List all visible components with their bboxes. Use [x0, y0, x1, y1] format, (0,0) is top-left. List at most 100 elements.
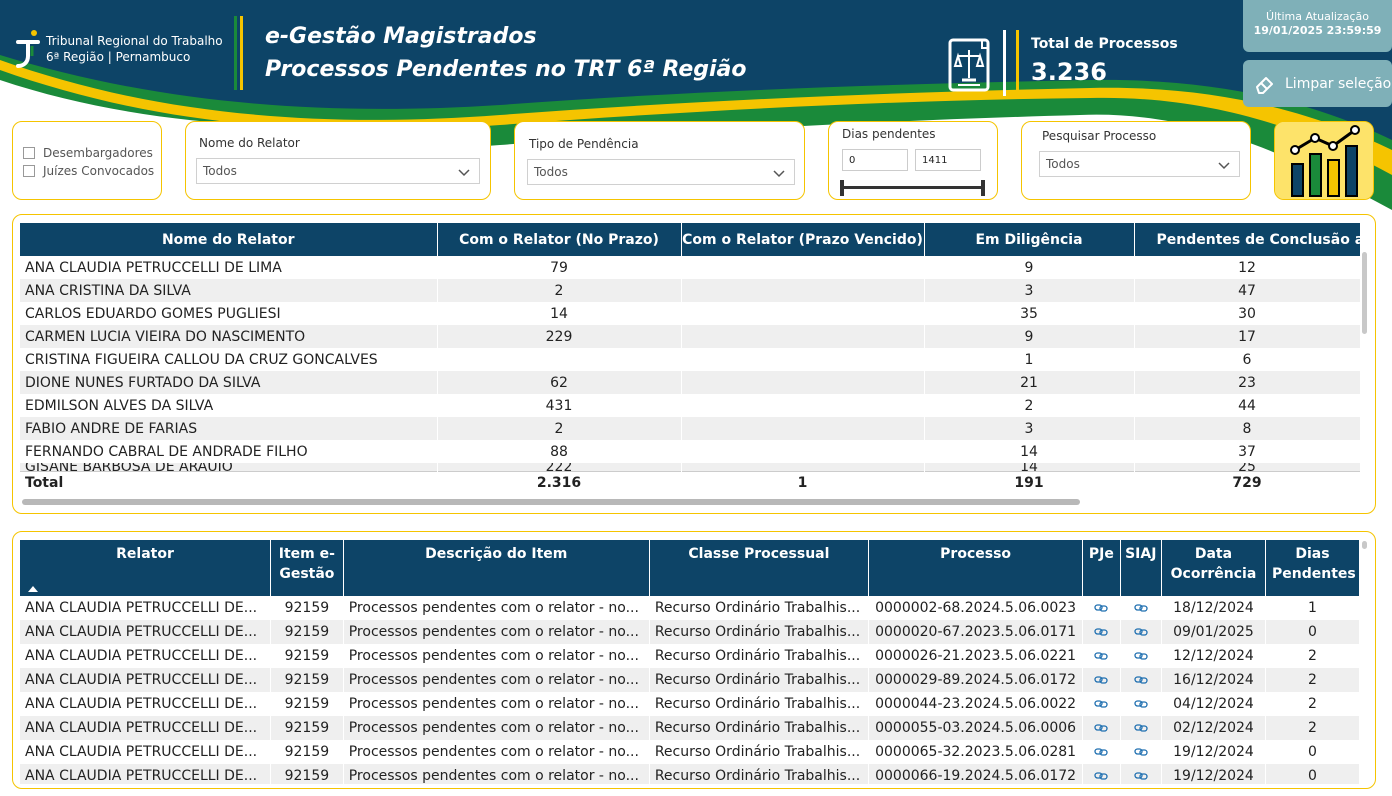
col-header-processo[interactable]: Processo: [868, 540, 1084, 596]
page-title: e-Gestão Magistrados Processos Pendentes…: [265, 20, 747, 86]
detail-table: Relator Item e-Gestão Descrição do Item …: [20, 540, 1360, 784]
clear-selection-button[interactable]: Limpar seleção: [1243, 60, 1392, 107]
pje-link-icon[interactable]: [1094, 651, 1109, 661]
pje-link-icon[interactable]: [1094, 723, 1109, 733]
relator-dropdown[interactable]: Todos: [196, 158, 480, 184]
pje-link-icon[interactable]: [1094, 771, 1109, 781]
siaj-link-cell[interactable]: [1120, 740, 1162, 764]
summary-row[interactable]: FERNANDO CABRAL DE ANDRADE FILHO 88 14 37: [20, 440, 1361, 463]
col-header-dias[interactable]: Dias Pendentes: [1265, 540, 1360, 596]
col-header-diligencia[interactable]: Em Diligência: [924, 223, 1135, 256]
summary-horizontal-scrollbar[interactable]: [22, 499, 1080, 505]
relator-filter: Nome do Relator Todos: [185, 121, 491, 200]
descricao-cell: Processos pendentes com o relator - no..…: [343, 764, 650, 784]
descricao-cell: Processos pendentes com o relator - no..…: [343, 740, 650, 764]
summary-row[interactable]: FABIO ANDRE DE FARIAS 2 3 8: [20, 417, 1361, 440]
checkbox-box[interactable]: [23, 147, 35, 159]
dias-min-input[interactable]: 0: [842, 149, 908, 171]
siaj-link-cell[interactable]: [1120, 764, 1162, 784]
siaj-link-icon[interactable]: [1134, 723, 1148, 733]
no-prazo-cell: 2: [437, 279, 682, 302]
pje-link-cell[interactable]: [1082, 620, 1121, 644]
siaj-link-cell[interactable]: [1120, 620, 1162, 644]
pje-link-cell[interactable]: [1082, 644, 1121, 668]
diligencia-cell: 14: [924, 463, 1135, 472]
detail-vertical-scrollbar[interactable]: [1362, 541, 1367, 549]
col-header-data[interactable]: Data Ocorrência: [1161, 540, 1267, 596]
col-header-pje[interactable]: PJe: [1082, 540, 1121, 596]
total-processos-value: 3.236: [1031, 58, 1107, 86]
pendentes-conclusao-cell: 23: [1134, 371, 1361, 394]
col-header-classe[interactable]: Classe Processual: [649, 540, 870, 596]
pje-link-icon[interactable]: [1094, 603, 1109, 613]
last-update-label: Última Atualização: [1266, 10, 1369, 23]
detail-row[interactable]: ANA CLAUDIA PETRUCCELLI DE... 92159 Proces…: [20, 596, 1360, 620]
slider-min-handle[interactable]: [840, 180, 844, 196]
dias-max-input[interactable]: 1411: [915, 149, 981, 171]
dias-range-slider[interactable]: [842, 186, 984, 189]
relator-name-cell: CRISTINA FIGUEIRA CALLOU DA CRUZ GONCALV…: [20, 348, 438, 371]
pje-link-cell[interactable]: [1082, 716, 1121, 740]
header-divider: [234, 16, 244, 90]
detail-row[interactable]: ANA CLAUDIA PETRUCCELLI DE... 92159 Proces…: [20, 740, 1360, 764]
summary-row[interactable]: DIONE NUNES FURTADO DA SILVA 62 21 23: [20, 371, 1361, 394]
col-header-prazo-vencido[interactable]: Com o Relator (Prazo Vencido): [681, 223, 925, 256]
chevron-down-icon: [773, 170, 785, 178]
siaj-link-cell[interactable]: [1120, 716, 1162, 740]
detail-row[interactable]: ANA CLAUDIA PETRUCCELLI DE... 92159 Proces…: [20, 668, 1360, 692]
col-header-relator[interactable]: Nome do Relator: [20, 223, 438, 256]
detail-row[interactable]: ANA CLAUDIA PETRUCCELLI DE... 92159 Proces…: [20, 764, 1360, 784]
siaj-link-cell[interactable]: [1120, 668, 1162, 692]
org-region: 6ª Região | Pernambuco: [46, 50, 191, 64]
detail-row[interactable]: ANA CLAUDIA PETRUCCELLI DE... 92159 Proces…: [20, 620, 1360, 644]
siaj-link-icon[interactable]: [1134, 699, 1148, 709]
processo-dropdown[interactable]: Todos: [1039, 151, 1240, 177]
checkbox-box[interactable]: [23, 165, 35, 177]
pendencia-dropdown[interactable]: Todos: [527, 159, 795, 185]
pje-link-cell[interactable]: [1082, 764, 1121, 784]
summary-row[interactable]: ANA CRISTINA DA SILVA 2 3 47: [20, 279, 1361, 302]
checkbox-desembargadores[interactable]: Desembargadores: [23, 144, 154, 162]
col-header-siaj[interactable]: SIAJ: [1120, 540, 1162, 596]
siaj-link-cell[interactable]: [1120, 692, 1162, 716]
prazo-vencido-cell: [681, 279, 925, 302]
detail-row[interactable]: ANA CLAUDIA PETRUCCELLI DE... 92159 Proces…: [20, 692, 1360, 716]
siaj-link-icon[interactable]: [1134, 627, 1148, 637]
col-header-pendentes-conclusao[interactable]: Pendentes de Conclusão ao: [1134, 223, 1361, 256]
data-cell: 02/12/2024: [1161, 716, 1267, 740]
summary-row[interactable]: EDMILSON ALVES DA SILVA 431 2 44: [20, 394, 1361, 417]
siaj-link-icon[interactable]: [1134, 675, 1148, 685]
slider-max-handle[interactable]: [981, 180, 985, 196]
col-header-relator[interactable]: Relator: [20, 540, 272, 596]
siaj-link-cell[interactable]: [1120, 596, 1162, 620]
pje-link-cell[interactable]: [1082, 692, 1121, 716]
pje-link-icon[interactable]: [1094, 627, 1109, 637]
summary-vertical-scrollbar[interactable]: [1362, 252, 1367, 334]
pje-link-cell[interactable]: [1082, 596, 1121, 620]
checkbox-juizes-convocados[interactable]: Juízes Convocados: [23, 162, 154, 180]
data-cell: 04/12/2024: [1161, 692, 1267, 716]
col-header-descricao[interactable]: Descrição do Item: [343, 540, 650, 596]
siaj-link-cell[interactable]: [1120, 644, 1162, 668]
chart-nav-button[interactable]: [1274, 121, 1374, 200]
detail-row[interactable]: ANA CLAUDIA PETRUCCELLI DE... 92159 Proces…: [20, 644, 1360, 668]
col-header-item[interactable]: Item e-Gestão: [270, 540, 344, 596]
summary-row[interactable]: CARMEN LUCIA VIEIRA DO NASCIMENTO 229 9 17: [20, 325, 1361, 348]
detail-row[interactable]: ANA CLAUDIA PETRUCCELLI DE... 92159 Proces…: [20, 716, 1360, 740]
siaj-link-icon[interactable]: [1134, 747, 1148, 757]
pje-link-icon[interactable]: [1094, 747, 1109, 757]
chevron-down-icon: [1218, 162, 1230, 170]
summary-row[interactable]: GISANE BARBOSA DE ARAUJO 222 14 25: [20, 463, 1361, 472]
pje-link-icon[interactable]: [1094, 699, 1109, 709]
pje-link-cell[interactable]: [1082, 668, 1121, 692]
siaj-link-icon[interactable]: [1134, 603, 1148, 613]
pje-link-icon[interactable]: [1094, 675, 1109, 685]
pendentes-conclusao-cell: 47: [1134, 279, 1361, 302]
summary-row[interactable]: ANA CLAUDIA PETRUCCELLI DE LIMA 79 9 12: [20, 256, 1361, 279]
summary-row[interactable]: CARLOS EDUARDO GOMES PUGLIESI 14 35 30: [20, 302, 1361, 325]
summary-row[interactable]: CRISTINA FIGUEIRA CALLOU DA CRUZ GONCALV…: [20, 348, 1361, 371]
pje-link-cell[interactable]: [1082, 740, 1121, 764]
col-header-no-prazo[interactable]: Com o Relator (No Prazo): [437, 223, 682, 256]
siaj-link-icon[interactable]: [1134, 651, 1148, 661]
siaj-link-icon[interactable]: [1134, 771, 1148, 781]
